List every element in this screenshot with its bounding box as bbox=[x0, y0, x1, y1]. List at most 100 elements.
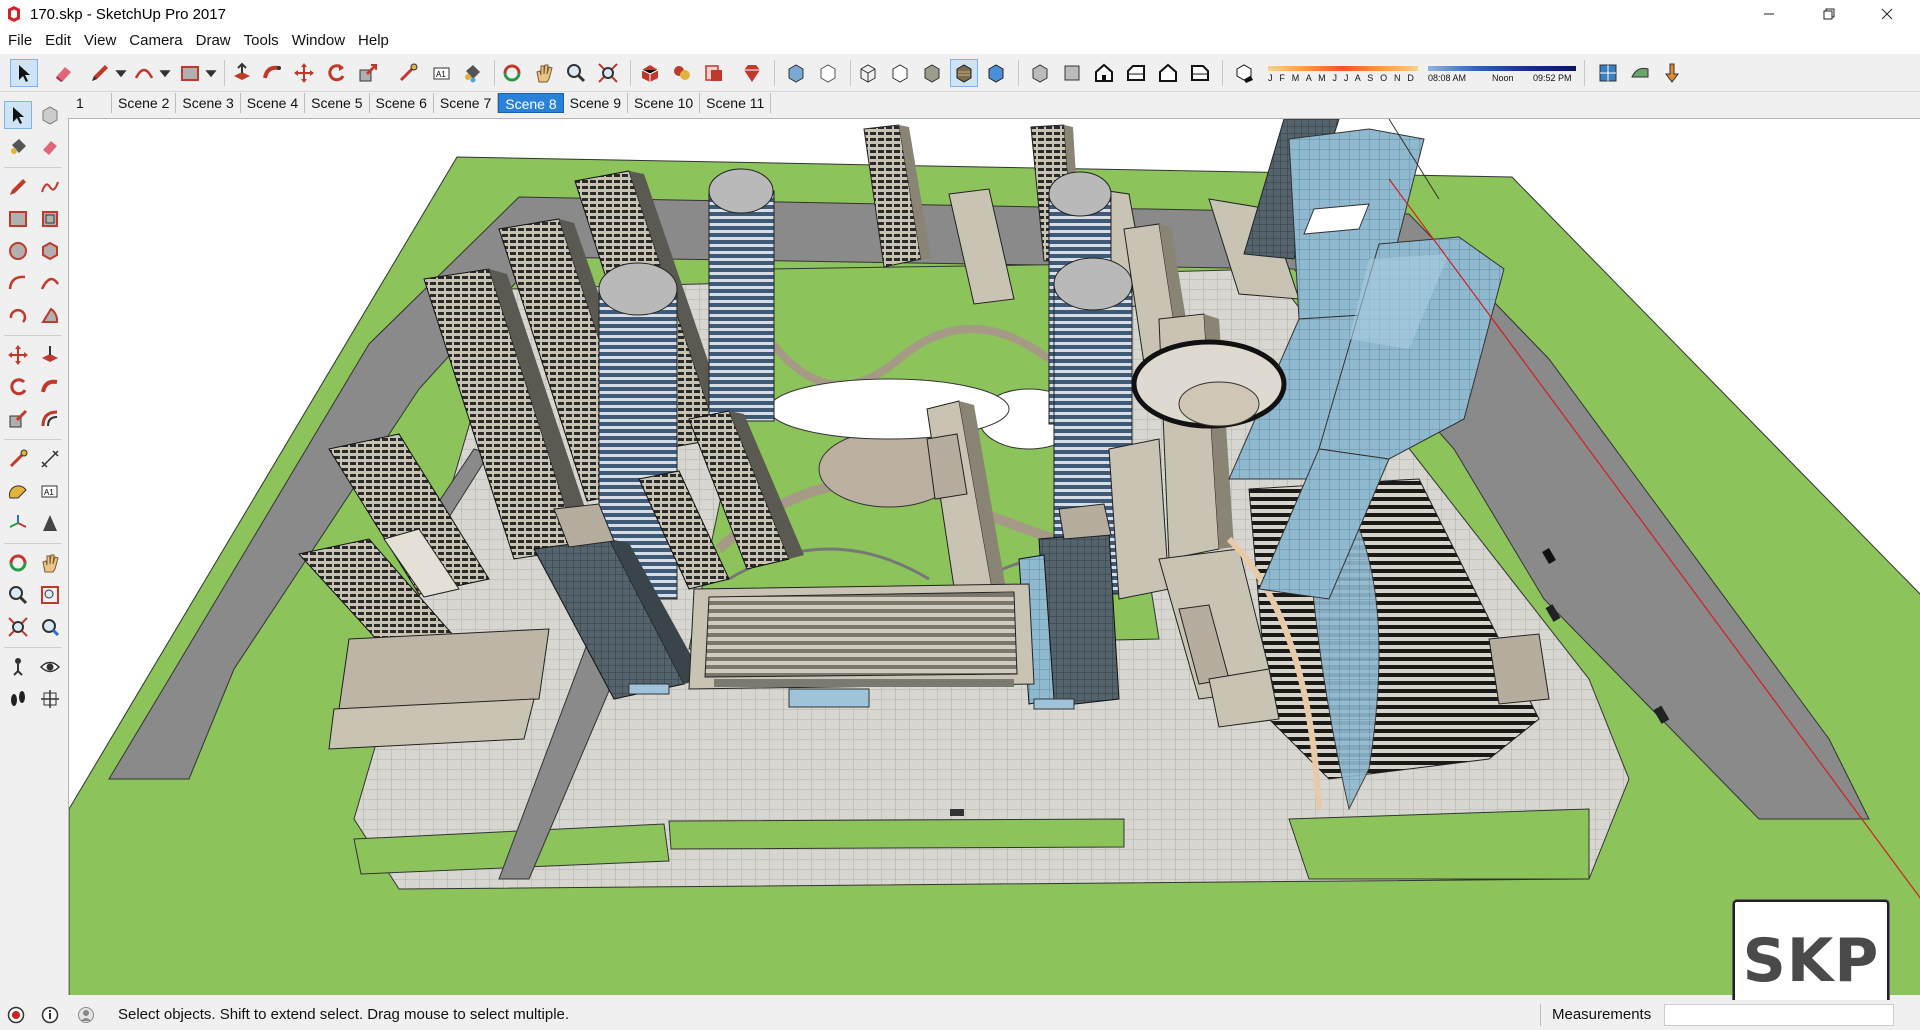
scene-tab-9[interactable]: Scene 9 bbox=[564, 93, 628, 113]
shape-tool-dropdown[interactable] bbox=[204, 59, 218, 87]
scene-tab-7[interactable]: Scene 7 bbox=[434, 93, 499, 113]
lt-zoom-window-button[interactable] bbox=[36, 581, 64, 609]
shadows-toggle-button[interactable] bbox=[1230, 59, 1258, 87]
lt-zoom-extents-button[interactable] bbox=[4, 613, 32, 641]
scene-tab-8[interactable]: Scene 8 bbox=[498, 93, 564, 113]
close-button[interactable] bbox=[1858, 0, 1916, 28]
minimize-button[interactable] bbox=[1740, 0, 1798, 28]
paint-bucket-button[interactable] bbox=[458, 59, 486, 87]
lt-paint-button[interactable] bbox=[4, 133, 32, 161]
lt-select-button[interactable] bbox=[4, 101, 32, 129]
lt-eraser-button[interactable] bbox=[36, 133, 64, 161]
line-tool-dropdown[interactable] bbox=[114, 59, 128, 87]
scale-tool-button[interactable] bbox=[354, 59, 382, 87]
orbit-tool-button[interactable] bbox=[498, 59, 526, 87]
lt-polygon-button[interactable] bbox=[36, 237, 64, 265]
scene-tab-3[interactable]: Scene 3 bbox=[176, 93, 241, 113]
lt-previous-view-button[interactable] bbox=[36, 613, 64, 641]
restore-button[interactable] bbox=[1800, 0, 1858, 28]
credits-status[interactable] bbox=[40, 1005, 60, 1025]
style-monochrome-button[interactable] bbox=[982, 59, 1010, 87]
extension-manager-button[interactable] bbox=[738, 59, 766, 87]
layout-button[interactable] bbox=[700, 59, 728, 87]
lt-follow-me-button[interactable] bbox=[36, 373, 64, 401]
menu-camera[interactable]: Camera bbox=[124, 28, 190, 54]
move-tool-button[interactable] bbox=[290, 59, 318, 87]
lt-offset-button[interactable] bbox=[36, 405, 64, 433]
style-xray-button[interactable] bbox=[782, 59, 810, 87]
style-shaded-textures-button[interactable] bbox=[950, 59, 978, 87]
arc-tool-dropdown[interactable] bbox=[158, 59, 172, 87]
lt-rotated-rectangle-button[interactable] bbox=[36, 205, 64, 233]
scene-tab-11[interactable]: Scene 11 bbox=[700, 93, 772, 113]
lt-push-pull-button[interactable] bbox=[36, 341, 64, 369]
scene-tab-6[interactable]: Scene 6 bbox=[370, 93, 434, 113]
lt-zoom-button[interactable] bbox=[4, 581, 32, 609]
lt-orbit-button[interactable] bbox=[4, 549, 32, 577]
follow-me-button[interactable] bbox=[258, 59, 286, 87]
menu-window[interactable]: Window bbox=[287, 28, 353, 54]
offset-tool-button[interactable] bbox=[394, 59, 422, 87]
user-status[interactable] bbox=[76, 1005, 96, 1025]
lt-pan-button[interactable] bbox=[36, 549, 64, 577]
lt-line-button[interactable] bbox=[4, 173, 32, 201]
arc-tool-button[interactable] bbox=[130, 59, 158, 87]
style-back-edges-button[interactable] bbox=[814, 59, 842, 87]
geolocation-status[interactable] bbox=[6, 1005, 26, 1025]
lt-tape-measure-button[interactable] bbox=[4, 445, 32, 473]
style-shaded-button[interactable] bbox=[918, 59, 946, 87]
menu-help[interactable]: Help bbox=[353, 28, 397, 54]
lt-arc-button[interactable] bbox=[4, 269, 32, 297]
eraser-tool-button[interactable] bbox=[50, 59, 78, 87]
zoom-extents-button[interactable] bbox=[594, 59, 622, 87]
lt-pie-button[interactable] bbox=[36, 301, 64, 329]
lt-freehand-button[interactable] bbox=[36, 173, 64, 201]
lt-text-button[interactable]: A1 bbox=[36, 477, 64, 505]
lt-position-camera-button[interactable] bbox=[4, 653, 32, 681]
lt-walk-button[interactable] bbox=[4, 685, 32, 713]
lt-look-around-button[interactable] bbox=[36, 653, 64, 681]
view-back-button[interactable] bbox=[1154, 59, 1182, 87]
extension-warehouse-button[interactable] bbox=[668, 59, 696, 87]
view-top-button[interactable] bbox=[1058, 59, 1086, 87]
view-iso-button[interactable] bbox=[1026, 59, 1054, 87]
menu-tools[interactable]: Tools bbox=[239, 28, 287, 54]
view-left-button[interactable] bbox=[1186, 59, 1214, 87]
rotate-tool-button[interactable] bbox=[322, 59, 350, 87]
shadow-time-slider[interactable]: 08:08 AM Noon 09:52 PM bbox=[1428, 60, 1578, 86]
lt-circle-button[interactable] bbox=[4, 237, 32, 265]
lt-scale-button[interactable] bbox=[4, 405, 32, 433]
scene-tab-1[interactable]: 1 bbox=[62, 93, 112, 113]
select-tool-button[interactable] bbox=[10, 59, 38, 87]
style-hidden-line-button[interactable] bbox=[886, 59, 914, 87]
lt-3d-text-button[interactable] bbox=[36, 509, 64, 537]
line-tool-button[interactable] bbox=[86, 59, 114, 87]
style-wireframe-button[interactable] bbox=[854, 59, 882, 87]
scene-tab-5[interactable]: Scene 5 bbox=[305, 93, 370, 113]
lt-axes-button[interactable] bbox=[4, 509, 32, 537]
lt-move-button[interactable] bbox=[4, 341, 32, 369]
drawing-viewport[interactable] bbox=[68, 118, 1920, 995]
match-photo-button[interactable] bbox=[1594, 59, 1622, 87]
scene-tab-10[interactable]: Scene 10 bbox=[628, 93, 701, 113]
lt-dimension-button[interactable] bbox=[36, 445, 64, 473]
lt-make-component-button[interactable] bbox=[36, 101, 64, 129]
shape-tool-button[interactable] bbox=[176, 59, 204, 87]
zoom-tool-button[interactable] bbox=[562, 59, 590, 87]
text-tool-button[interactable]: A1 bbox=[428, 59, 456, 87]
shadow-date-slider[interactable]: J F M A M J J A S O N D bbox=[1268, 60, 1418, 86]
menu-file[interactable]: File bbox=[3, 28, 40, 54]
lt-rectangle-button[interactable] bbox=[4, 205, 32, 233]
menu-view[interactable]: View bbox=[79, 28, 124, 54]
menu-edit[interactable]: Edit bbox=[40, 28, 79, 54]
pan-tool-button[interactable] bbox=[530, 59, 558, 87]
add-location-button[interactable] bbox=[1658, 59, 1686, 87]
lt-protractor-button[interactable] bbox=[4, 477, 32, 505]
push-pull-button[interactable] bbox=[228, 59, 256, 87]
lt-rotate-button[interactable] bbox=[4, 373, 32, 401]
lt-section-plane-button[interactable] bbox=[36, 685, 64, 713]
lt-2pt-arc-button[interactable] bbox=[36, 269, 64, 297]
sandbox-button[interactable] bbox=[1626, 59, 1654, 87]
lt-3pt-arc-button[interactable] bbox=[4, 301, 32, 329]
view-right-button[interactable] bbox=[1122, 59, 1150, 87]
